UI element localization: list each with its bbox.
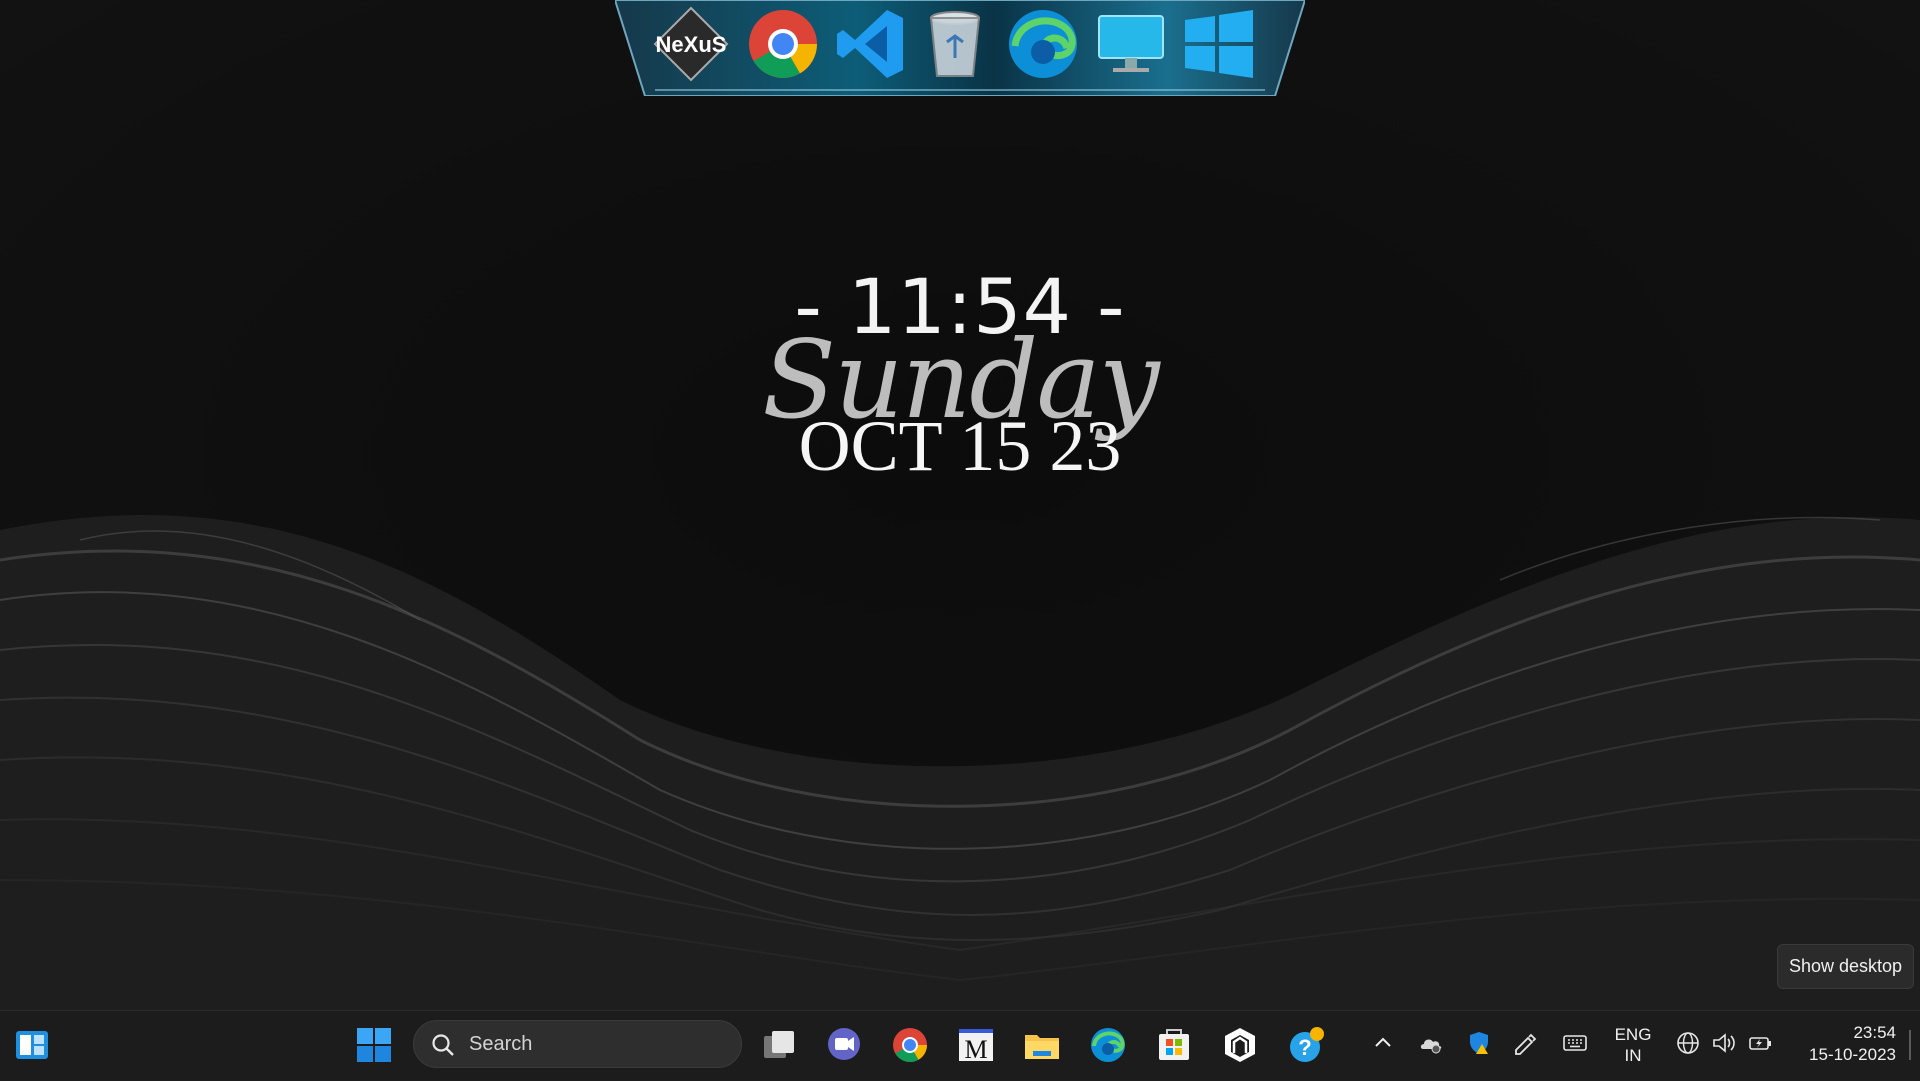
svg-text:NeXuS: NeXuS bbox=[656, 32, 727, 57]
chrome-icon bbox=[893, 1028, 927, 1062]
globe-icon bbox=[1677, 1032, 1699, 1054]
network-tray-button[interactable] bbox=[1673, 1028, 1703, 1058]
search-placeholder: Search bbox=[469, 1033, 533, 1055]
nexus-dock: NeXuS bbox=[615, 0, 1305, 96]
monitor-icon[interactable] bbox=[1093, 6, 1169, 82]
help-icon: ? bbox=[1290, 1027, 1324, 1062]
battery-tray-button[interactable] bbox=[1745, 1028, 1775, 1058]
taskbar-edge-button[interactable] bbox=[1084, 1021, 1132, 1069]
speaker-icon bbox=[1713, 1033, 1735, 1053]
edge-icon[interactable] bbox=[1005, 6, 1081, 82]
teams-chat-button[interactable] bbox=[820, 1021, 868, 1069]
volume-tray-button[interactable] bbox=[1709, 1028, 1739, 1058]
windows-security-tray-button[interactable] bbox=[1464, 1028, 1494, 1058]
taskbar-time: 23:54 bbox=[1853, 1023, 1896, 1042]
onedrive-cloud-icon bbox=[1420, 1039, 1442, 1054]
svg-text:M: M bbox=[964, 1035, 987, 1064]
desktop-wallpaper bbox=[0, 0, 1920, 1010]
hexagon-app-button[interactable] bbox=[1216, 1021, 1264, 1069]
task-view-icon bbox=[764, 1031, 794, 1058]
widgets-button[interactable] bbox=[8, 1021, 56, 1069]
show-desktop-button[interactable] bbox=[1909, 1030, 1911, 1060]
search-input[interactable]: Search bbox=[413, 1020, 742, 1068]
show-hidden-icons-button[interactable] bbox=[1368, 1028, 1398, 1058]
clock-date: OCT 15 23 bbox=[798, 406, 1122, 486]
microsoft-store-button[interactable] bbox=[1150, 1021, 1198, 1069]
taskbar-chrome-button[interactable] bbox=[886, 1021, 934, 1069]
keyboard-icon bbox=[1563, 1035, 1587, 1051]
vscode-icon[interactable] bbox=[833, 6, 909, 82]
taskbar-date: 15-10-2023 bbox=[1809, 1045, 1896, 1064]
teams-chat-icon bbox=[828, 1028, 860, 1060]
m-app-button[interactable]: M bbox=[952, 1021, 1000, 1069]
recycle-bin-icon[interactable] bbox=[917, 6, 993, 82]
start-button[interactable] bbox=[350, 1021, 398, 1069]
touch-keyboard-tray-button[interactable] bbox=[1560, 1028, 1590, 1058]
language-region: IN bbox=[1624, 1046, 1642, 1065]
battery-charging-icon bbox=[1749, 1037, 1771, 1050]
show-desktop-tooltip: Show desktop bbox=[1777, 944, 1914, 989]
chrome-icon[interactable] bbox=[745, 6, 821, 82]
nexus-logo-icon[interactable]: NeXuS bbox=[653, 6, 729, 82]
pen-menu-tray-button[interactable] bbox=[1510, 1028, 1540, 1058]
language-code: ENG bbox=[1614, 1025, 1652, 1044]
windows-start-icon bbox=[357, 1028, 391, 1062]
hexagon-app-icon bbox=[1225, 1028, 1255, 1062]
edge-icon bbox=[1091, 1028, 1125, 1062]
language-indicator[interactable]: ENG IN bbox=[1608, 1024, 1658, 1066]
taskbar-clock[interactable]: 23:54 15-10-2023 bbox=[1790, 1022, 1896, 1066]
svg-text:?: ? bbox=[1298, 1035, 1311, 1060]
shield-warning-icon bbox=[1470, 1032, 1488, 1054]
windows-icon[interactable] bbox=[1181, 6, 1257, 82]
widgets-icon bbox=[16, 1031, 48, 1059]
onedrive-tray-button[interactable] bbox=[1416, 1028, 1446, 1058]
search-icon bbox=[432, 1034, 454, 1056]
file-explorer-icon bbox=[1025, 1035, 1059, 1059]
pen-icon bbox=[1515, 1033, 1537, 1055]
task-view-button[interactable] bbox=[755, 1021, 803, 1069]
store-icon bbox=[1159, 1029, 1189, 1060]
m-app-icon: M bbox=[959, 1029, 993, 1064]
get-help-button[interactable]: ? bbox=[1282, 1021, 1330, 1069]
file-explorer-button[interactable] bbox=[1018, 1021, 1066, 1069]
chevron-up-icon bbox=[1375, 1037, 1391, 1047]
